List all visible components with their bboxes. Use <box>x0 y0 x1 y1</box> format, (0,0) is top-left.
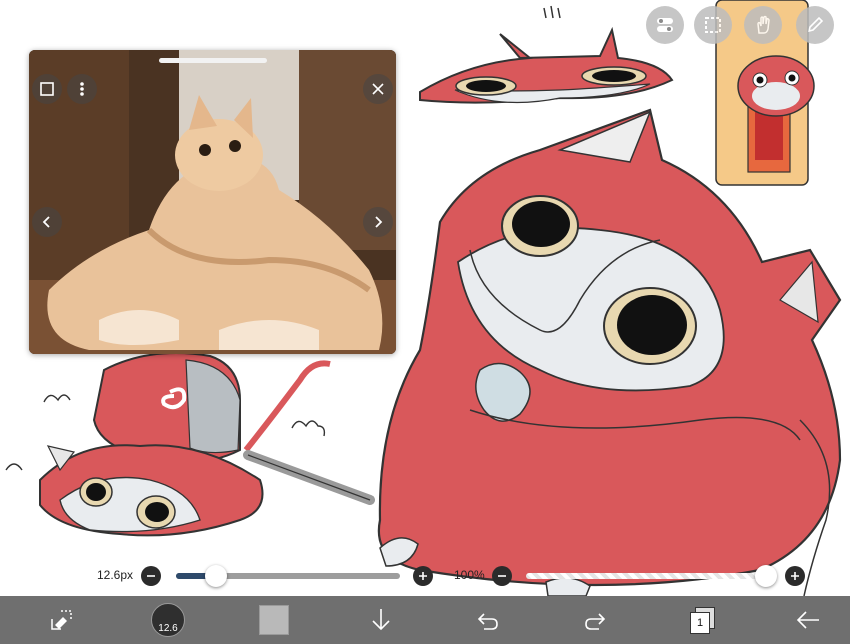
more-vertical-icon <box>80 82 84 96</box>
opacity-track[interactable] <box>526 573 774 579</box>
layers-button[interactable]: 1 <box>687 596 717 644</box>
layer-count: 1 <box>690 612 710 634</box>
brush-size-increase-button[interactable] <box>413 566 433 586</box>
reference-drag-handle[interactable] <box>159 58 267 63</box>
reference-prev-button[interactable] <box>32 207 62 237</box>
pen-icon <box>807 16 824 33</box>
color-swatch <box>259 605 289 635</box>
undo-icon <box>477 613 498 630</box>
reference-menu-button[interactable] <box>67 74 97 104</box>
reference-frame-button[interactable] <box>32 74 62 104</box>
opacity-decrease-button[interactable] <box>492 566 512 586</box>
selection-icon <box>705 17 721 33</box>
selection-tool-button[interactable] <box>694 6 732 44</box>
brush-size-knob[interactable] <box>205 565 228 587</box>
opacity-knob[interactable] <box>755 565 777 587</box>
brush-sliders: 12.6px 100% <box>0 562 850 590</box>
transform-tool-button[interactable] <box>44 596 80 644</box>
brush-size-label: 12.6px <box>97 568 134 582</box>
hand-icon <box>757 15 770 34</box>
layer-toggle-icon <box>657 18 673 32</box>
undo-button[interactable] <box>473 596 503 644</box>
minus-icon <box>147 575 155 577</box>
brush-size-decrease-button[interactable] <box>141 566 161 586</box>
eraser-swap-icon <box>51 610 72 630</box>
close-icon <box>372 83 384 95</box>
layers-icon: 1 <box>689 607 715 634</box>
reference-next-button[interactable] <box>363 207 393 237</box>
pen-tool-button[interactable] <box>796 6 834 44</box>
layer-toggle-button[interactable] <box>646 6 684 44</box>
opacity-label: 100% <box>454 568 485 582</box>
arrow-down-icon <box>372 609 390 631</box>
arrow-left-icon <box>796 611 819 629</box>
plus-icon <box>791 572 799 580</box>
redo-icon <box>585 613 606 630</box>
brush-preview: 12.6 <box>151 603 185 637</box>
minus-icon <box>498 575 506 577</box>
plus-icon <box>419 572 427 580</box>
back-button[interactable] <box>793 596 823 644</box>
brush-select-button[interactable]: 12.6 <box>151 596 185 644</box>
download-button[interactable] <box>366 596 396 644</box>
chevron-right-icon <box>375 216 383 228</box>
hand-tool-button[interactable] <box>744 6 782 44</box>
square-frame-icon <box>40 82 54 96</box>
chevron-left-icon <box>42 216 50 228</box>
opacity-increase-button[interactable] <box>785 566 805 586</box>
reference-window[interactable] <box>29 50 396 354</box>
color-button[interactable] <box>258 596 290 644</box>
redo-button[interactable] <box>580 596 610 644</box>
bottom-toolbar: 12.6 1 <box>0 596 850 644</box>
brush-preview-label: 12.6 <box>158 623 178 634</box>
reference-close-button[interactable] <box>363 74 393 104</box>
